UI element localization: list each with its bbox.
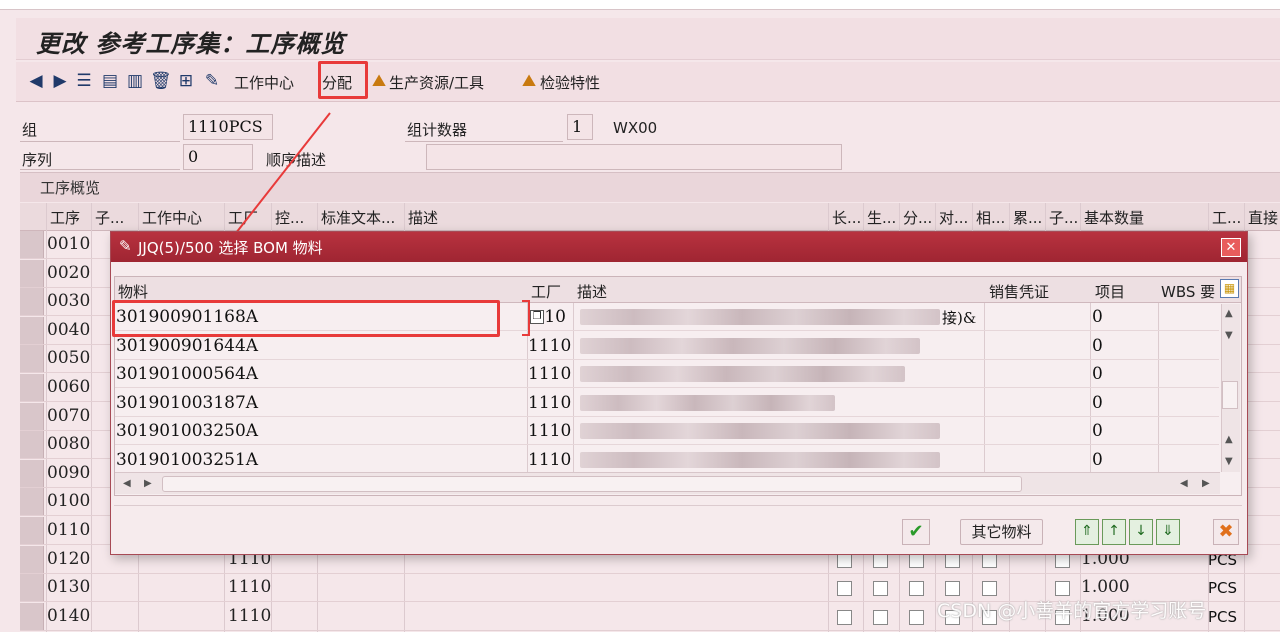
- horizontal-scroll-thumb[interactable]: [162, 476, 1022, 492]
- obscured-description: [580, 309, 940, 325]
- plant-cell: 1110: [528, 450, 572, 470]
- other-material-button[interactable]: 其它物料: [960, 519, 1043, 545]
- dialog-footer-divider: [114, 505, 1242, 506]
- obscured-description: [580, 337, 920, 354]
- description-tail: 接)&: [942, 309, 977, 327]
- item-cell: 0: [1092, 450, 1103, 470]
- edit-icon: ✎: [119, 237, 132, 255]
- material-cell[interactable]: 301900901644A: [116, 336, 258, 356]
- scroll-page-up-icon[interactable]: ▲: [1225, 434, 1233, 445]
- plant-cell: 1110: [528, 364, 572, 385]
- plant-highlight-bracket: [522, 300, 530, 336]
- cancel-button[interactable]: ✖: [1213, 519, 1239, 545]
- col-header-item[interactable]: 项目: [1095, 281, 1125, 302]
- item-cell: 0: [1092, 421, 1103, 442]
- next-page-icon[interactable]: ↓: [1129, 519, 1153, 545]
- watermark: CSDN @小善羊的官方学习账号: [937, 600, 1207, 622]
- scroll-down-icon[interactable]: ▼: [1225, 330, 1233, 341]
- scroll-thumb[interactable]: [1222, 381, 1238, 409]
- col-header-description[interactable]: 描述: [577, 281, 607, 302]
- material-cell[interactable]: 301901003250A: [116, 421, 258, 441]
- scroll-up-icon[interactable]: ▲: [1225, 308, 1233, 319]
- material-cell[interactable]: 301901003251A: [116, 450, 258, 470]
- close-icon[interactable]: ✕: [1221, 238, 1241, 257]
- last-page-icon[interactable]: ⇓: [1156, 519, 1180, 545]
- confirm-button[interactable]: ✔: [902, 519, 930, 545]
- item-cell: 0: [1092, 335, 1103, 356]
- item-cell: 0: [1092, 307, 1103, 327]
- plant-cell: 1110: [528, 392, 572, 413]
- obscured-description: [580, 423, 940, 440]
- col-header-sales-doc[interactable]: 销售凭证: [989, 281, 1049, 302]
- plant-cell: 1110: [528, 421, 572, 442]
- item-cell: 0: [1092, 364, 1103, 385]
- scroll-right-icon[interactable]: ▶: [144, 478, 152, 489]
- material-cell[interactable]: 301901000564A: [116, 364, 258, 384]
- plant-cell: 1110: [546, 307, 566, 327]
- scroll-left-icon[interactable]: ◀: [123, 478, 131, 489]
- col-header-wbs[interactable]: WBS 要: [1161, 281, 1215, 302]
- scroll-right-end-icon[interactable]: ▶: [1202, 478, 1210, 489]
- obscured-description: [580, 366, 905, 383]
- column-settings-icon[interactable]: ▦: [1220, 279, 1239, 298]
- copy-icon[interactable]: ❐: [530, 310, 544, 324]
- first-page-icon[interactable]: ⇑: [1075, 519, 1099, 545]
- previous-page-icon[interactable]: ↑: [1102, 519, 1126, 545]
- scroll-page-down-icon[interactable]: ▼: [1225, 456, 1233, 467]
- scroll-left-end-icon[interactable]: ◀: [1180, 478, 1188, 489]
- item-cell: 0: [1092, 392, 1103, 413]
- material-highlight-box: [112, 300, 500, 337]
- obscured-description: [580, 394, 835, 411]
- col-header-material[interactable]: 物料: [118, 281, 148, 302]
- col-header-plant[interactable]: 工厂: [531, 281, 561, 302]
- material-cell[interactable]: 301901003187A: [116, 393, 258, 413]
- dialog-title: JJQ(5)/500 选择 BOM 物料: [138, 239, 323, 257]
- obscured-description: [580, 452, 940, 468]
- plant-cell: 1110: [528, 335, 572, 356]
